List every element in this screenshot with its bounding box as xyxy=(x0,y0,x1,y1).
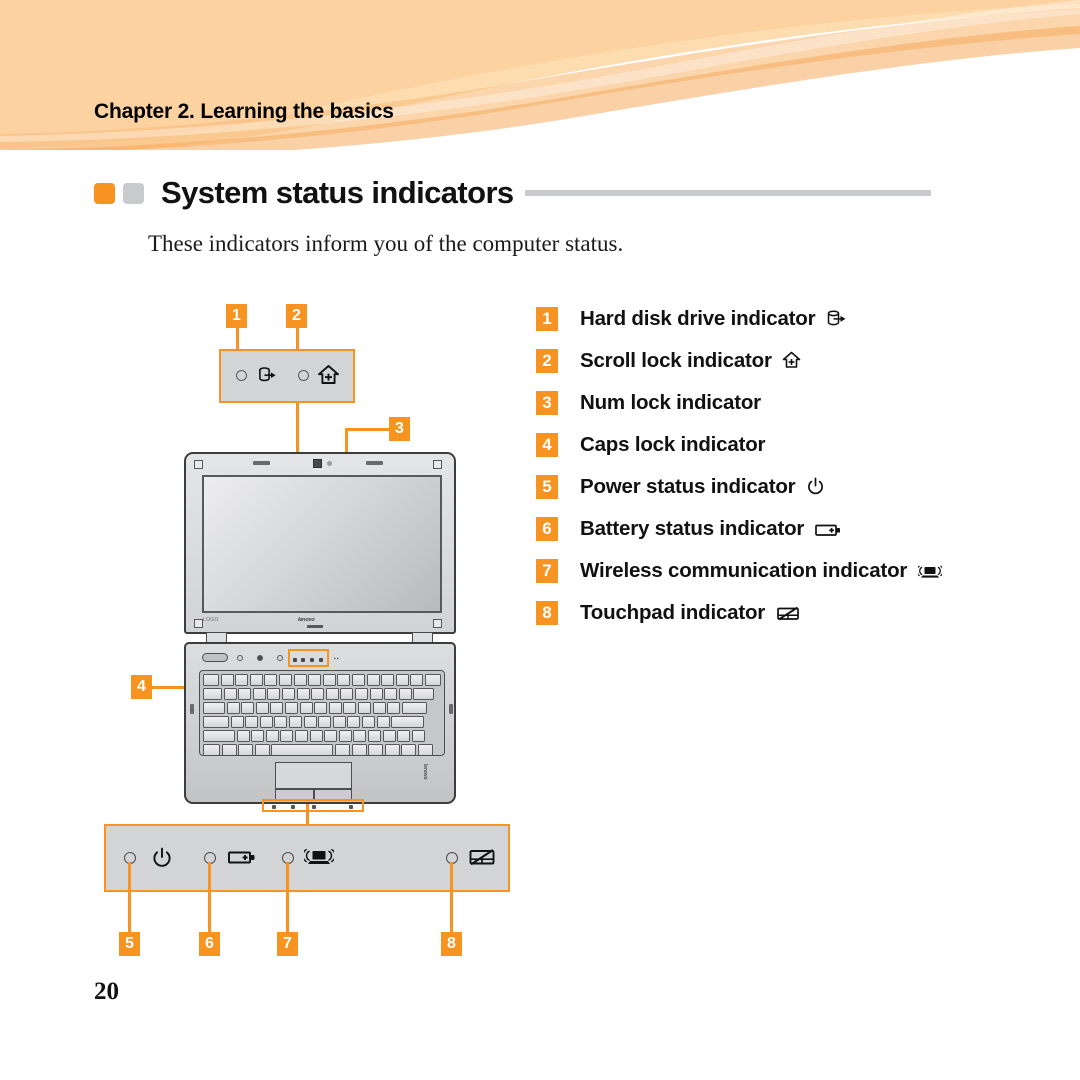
front-led xyxy=(291,805,295,809)
base-brand-logo: lenovo xyxy=(422,764,428,780)
section-title-row: System status indicators xyxy=(94,175,931,211)
lid-corner-pad xyxy=(194,460,203,469)
base-led xyxy=(277,655,283,661)
laptop-base: ▪▪ lenovo xyxy=(184,642,456,812)
front-indicator-highlight xyxy=(262,799,364,812)
intro-paragraph: These indicators inform you of the compu… xyxy=(148,231,624,256)
keyboard-led xyxy=(301,658,305,662)
page-title: System status indicators xyxy=(161,175,514,210)
front-led xyxy=(312,805,316,809)
power-button[interactable] xyxy=(202,653,228,662)
header-banner: Chapter 2. Learning the basics xyxy=(0,0,1080,150)
page-number: 20 xyxy=(94,978,119,1005)
lid-corner-pad xyxy=(194,619,203,628)
hard-disk-drive-icon xyxy=(827,310,846,326)
base-led xyxy=(257,655,263,661)
bullet-square-gray-icon xyxy=(123,182,144,204)
list-item-label: Num lock indicator xyxy=(580,391,761,415)
leader-line-7 xyxy=(286,862,289,932)
lid-left-logo: LOGO xyxy=(203,617,219,623)
list-item-label: Wireless communication indicator xyxy=(580,559,908,583)
title-divider-rule xyxy=(524,190,931,196)
diagram-callout-6: 6 xyxy=(199,932,220,956)
keyboard-indicator-highlight xyxy=(288,649,329,667)
side-port xyxy=(190,704,194,714)
list-item: 2 Scroll lock indicator xyxy=(536,347,956,374)
touchpad-icon xyxy=(776,607,799,621)
battery-icon xyxy=(814,524,840,537)
lid-latch xyxy=(253,461,270,465)
laptop-illustration: LOGO lenovo ▪▪ lenovo xyxy=(184,452,456,812)
diagram-callout-1: 1 xyxy=(226,304,247,328)
top-indicator-panel xyxy=(219,349,355,403)
diagram-callout-2: 2 xyxy=(286,304,307,328)
diagram-callout-7: 7 xyxy=(277,932,298,956)
leader-line-6 xyxy=(208,862,211,932)
leader-line-3h xyxy=(345,428,391,431)
diagram-callout-3: 3 xyxy=(389,417,410,441)
laptop-keyboard[interactable] xyxy=(199,670,445,756)
power-icon xyxy=(153,847,171,867)
list-item-label: Power status indicator xyxy=(580,475,796,499)
scroll-lock-led xyxy=(298,370,309,381)
scroll-lock-icon xyxy=(782,351,801,368)
touchpad-icon xyxy=(469,849,495,866)
list-item-label: Scroll lock indicator xyxy=(580,349,772,373)
list-item: 5 Power status indicator xyxy=(536,473,956,500)
keyboard-led xyxy=(293,658,297,662)
list-item: 6 Battery status indicator xyxy=(536,515,956,542)
lid-corner-pad xyxy=(433,619,442,628)
power-icon xyxy=(808,477,823,495)
keyboard-indicator-extra: ▪▪ xyxy=(334,656,340,662)
list-item: 3 Num lock indicator xyxy=(536,389,956,416)
header-swoosh-graphic xyxy=(0,0,1080,150)
wireless-icon xyxy=(917,565,942,578)
keyboard-led xyxy=(319,658,323,662)
leader-line-front-panel xyxy=(306,804,309,824)
wireless-icon xyxy=(304,848,334,864)
lid-brand-underline xyxy=(307,625,323,628)
battery-icon xyxy=(228,851,255,864)
side-port xyxy=(449,704,453,714)
webcam-icon xyxy=(313,459,322,468)
list-item-label: Hard disk drive indicator xyxy=(580,307,816,330)
list-item-label: Caps lock indicator xyxy=(580,433,766,457)
list-item: 8 Touchpad indicator xyxy=(536,599,956,626)
webcam-led xyxy=(327,461,332,466)
leader-line-5 xyxy=(128,862,131,932)
chapter-title: Chapter 2. Learning the basics xyxy=(94,100,394,123)
touchpad[interactable] xyxy=(275,762,352,789)
list-item: 1 Hard disk drive indicator xyxy=(536,305,956,332)
laptop-lid: LOGO lenovo xyxy=(184,452,456,634)
list-item: 4 Caps lock indicator xyxy=(536,431,956,458)
diagram-callout-8: 8 xyxy=(441,932,462,956)
front-led xyxy=(349,805,353,809)
keyboard-led xyxy=(310,658,314,662)
list-item: 7 Wireless communication indicator xyxy=(536,557,956,584)
diagram-callout-4: 4 xyxy=(131,675,152,699)
front-led xyxy=(272,805,276,809)
hdd-led xyxy=(236,370,247,381)
list-item-label: Touchpad indicator xyxy=(580,601,766,625)
diagram-callout-5: 5 xyxy=(119,932,140,956)
laptop-screen xyxy=(202,475,442,613)
lid-brand-logo: lenovo xyxy=(298,617,315,623)
list-item-label: Battery status indicator xyxy=(580,517,805,541)
lid-corner-pad xyxy=(433,460,442,469)
leader-line-8 xyxy=(450,862,453,932)
base-led xyxy=(237,655,243,661)
hard-disk-drive-icon xyxy=(259,367,276,382)
indicator-list: 1 Hard disk drive indicator 2 Scroll loc… xyxy=(536,305,956,641)
bullet-square-orange-icon xyxy=(94,182,115,204)
lid-latch xyxy=(366,461,383,465)
device-diagram: 1 2 3 4 LOGO lenovo ▪▪ lenovo 5 6 7 8 xyxy=(0,290,540,970)
scroll-lock-icon xyxy=(318,365,339,384)
